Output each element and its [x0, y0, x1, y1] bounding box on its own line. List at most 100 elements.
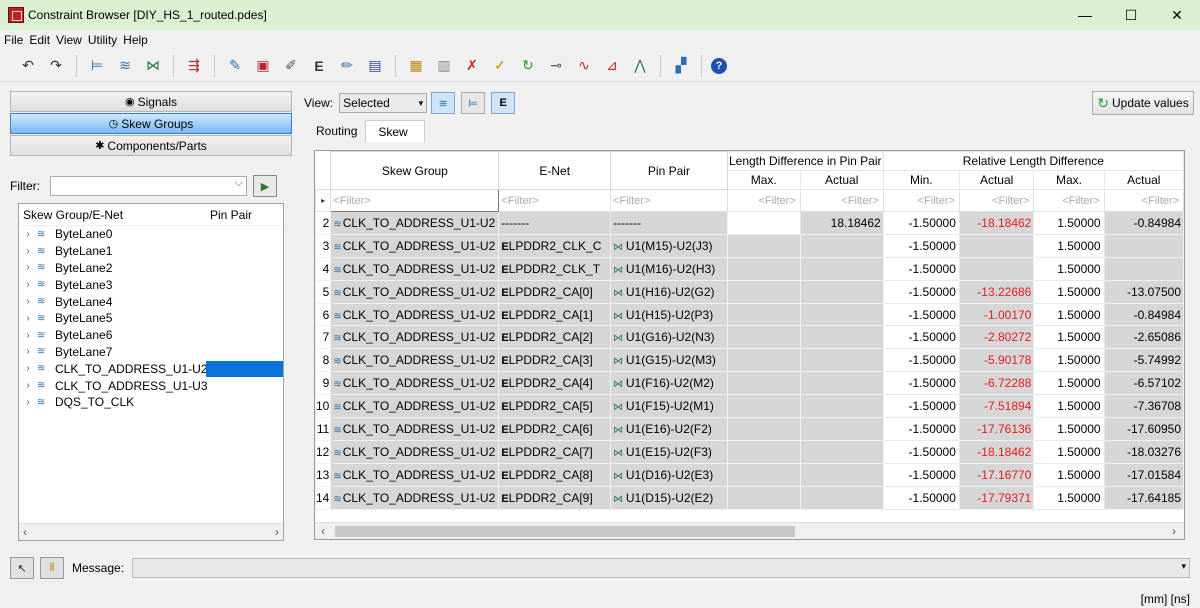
col-ld-max[interactable]: Max. [726, 170, 801, 190]
filter-rl-max[interactable]: <Filter> [1033, 189, 1105, 212]
cell-rl-max[interactable]: 1.50000 [1033, 394, 1105, 419]
view-enet-button[interactable]: E [491, 92, 516, 114]
cell-skew-group[interactable]: ≋CLK_TO_ADDRESS_U1-U2 [330, 233, 500, 258]
message-field[interactable] [132, 558, 1190, 578]
menu-file[interactable]: File [4, 33, 23, 47]
tree-item[interactable]: › ≋ DQS_TO_CLK [19, 394, 283, 411]
expand-icon[interactable]: › [19, 262, 37, 273]
cell-enet[interactable]: ELPDDR2_CA[2] [498, 325, 612, 350]
cell-rl-min[interactable]: -1.50000 [882, 417, 960, 441]
filter-enet[interactable]: <Filter> [498, 189, 612, 212]
expand-icon[interactable]: › [19, 397, 37, 408]
cell-rl-max[interactable]: 1.50000 [1033, 233, 1105, 258]
cell-pin-pair[interactable]: ⋈ U1(H16)-U2(G2) [610, 279, 728, 304]
tree-col-pin-pair[interactable]: Pin Pair [206, 208, 252, 222]
minimize-button[interactable]: — [1062, 0, 1108, 30]
col-pin-pair[interactable]: Pin Pair [610, 151, 728, 190]
cell-pin-pair[interactable]: ⋈ U1(H15)-U2(P3) [610, 302, 728, 327]
cell-rl-min[interactable]: -1.50000 [882, 348, 960, 373]
copy-icon[interactable]: ▥ [433, 55, 455, 77]
cell-rl-max[interactable]: 1.50000 [1033, 371, 1105, 396]
cell-rl-min[interactable]: -1.50000 [882, 279, 960, 304]
cell-pin-pair[interactable]: ⋈ U1(D15)-U2(E2) [610, 485, 728, 510]
rule-icon[interactable]: ▣ [252, 55, 274, 77]
cell-pin-pair[interactable]: ⋈ U1(F16)-U2(M2) [610, 371, 728, 396]
cell-enet[interactable]: ELPDDR2_CA[1] [498, 302, 612, 327]
cell-ld-max[interactable] [726, 233, 801, 258]
net-edit-icon[interactable]: ✏ [336, 55, 358, 77]
cell-skew-group[interactable]: ≋CLK_TO_ADDRESS_U1-U2 [330, 348, 500, 373]
cell-ld-max[interactable] [726, 302, 801, 327]
cell-rl-max[interactable]: 1.50000 [1033, 462, 1105, 487]
filter-rl-min[interactable]: <Filter> [882, 189, 960, 212]
table-row[interactable]: 8 ≋CLK_TO_ADDRESS_U1-U2 ELPDDR2_CA[3] ⋈ … [315, 348, 1184, 373]
tree-item[interactable]: › ≋ ByteLane5 [19, 310, 283, 327]
pin-pair-icon[interactable]: ⋈ [142, 55, 164, 77]
cell-rl-max[interactable]: 1.50000 [1033, 211, 1105, 235]
cell-rl-max[interactable]: 1.50000 [1033, 348, 1105, 373]
cell-pin-pair[interactable]: ⋈ U1(M15)-U2(J3) [610, 233, 728, 258]
cell-pin-pair[interactable]: ⋈ U1(F15)-U2(M1) [610, 394, 728, 419]
table-row[interactable]: 3 ≋CLK_TO_ADDRESS_U1-U2 ELPDDR2_CLK_C ⋈ … [315, 233, 1184, 258]
report-icon[interactable]: ▦ [405, 55, 427, 77]
table-row[interactable]: 2 ≋CLK_TO_ADDRESS_U1-U2 ------- ------- … [315, 211, 1184, 235]
table-row[interactable]: 12 ≋CLK_TO_ADDRESS_U1-U2 ELPDDR2_CA[7] ⋈… [315, 439, 1184, 464]
cell-skew-group[interactable]: ≋CLK_TO_ADDRESS_U1-U2 [330, 256, 500, 281]
col-skew-group[interactable]: Skew Group [330, 151, 500, 190]
cell-enet[interactable]: ------- [498, 211, 612, 235]
e-net-icon[interactable]: E [308, 55, 330, 77]
cell-rl-min[interactable]: -1.50000 [882, 211, 960, 235]
cell-enet[interactable]: ELPDDR2_CLK_C [498, 233, 612, 258]
cell-skew-group[interactable]: ≋CLK_TO_ADDRESS_U1-U2 [330, 394, 500, 419]
help-icon[interactable]: ? [711, 57, 727, 74]
col-rl-min[interactable]: Min. [882, 170, 960, 190]
table-row[interactable]: 10 ≋CLK_TO_ADDRESS_U1-U2 ELPDDR2_CA[5] ⋈… [315, 394, 1184, 419]
col-rl-max[interactable]: Max. [1033, 170, 1105, 190]
expand-icon[interactable]: › [19, 380, 37, 391]
cell-ld-max[interactable] [726, 256, 801, 281]
cell-ld-max[interactable] [726, 417, 801, 441]
cell-rl-max[interactable]: 1.50000 [1033, 325, 1105, 350]
nav-skew-groups[interactable]: ◷ Skew Groups [10, 113, 292, 134]
col-ld-actual[interactable]: Actual [799, 170, 884, 190]
menu-utility[interactable]: Utility [88, 33, 117, 47]
cell-enet[interactable]: ELPDDR2_CA[5] [498, 394, 612, 419]
menu-help[interactable]: Help [123, 33, 148, 47]
cell-ld-max[interactable] [726, 371, 801, 396]
cell-ld-max[interactable] [726, 211, 801, 235]
menu-edit[interactable]: Edit [29, 33, 50, 47]
rule-edit-icon[interactable]: ✐ [280, 55, 302, 77]
maximize-button[interactable]: ☐ [1108, 0, 1154, 30]
filter-input[interactable] [50, 176, 247, 196]
tree-scrollbar[interactable]: ‹ › [19, 523, 283, 540]
cell-ld-max[interactable] [726, 394, 801, 419]
filter-pin-pair[interactable]: <Filter> [610, 189, 728, 212]
layout-icon[interactable]: ▞ [670, 55, 692, 77]
filter-ld-max[interactable]: <Filter> [726, 189, 801, 212]
save-icon[interactable]: ▤ [364, 55, 386, 77]
refresh-icon[interactable]: ↻ [517, 55, 539, 77]
filter-bits-icon[interactable]: ⦀ [40, 557, 64, 579]
cell-rl-min[interactable]: -1.50000 [882, 462, 960, 487]
cell-skew-group[interactable]: ≋CLK_TO_ADDRESS_U1-U2 [330, 279, 500, 304]
cell-pin-pair[interactable]: ⋈ U1(E16)-U2(F2) [610, 417, 728, 441]
cell-enet[interactable]: ELPDDR2_CA[0] [498, 279, 612, 304]
tab-routing[interactable]: Routing [312, 120, 363, 142]
table-row[interactable]: 7 ≋CLK_TO_ADDRESS_U1-U2 ELPDDR2_CA[2] ⋈ … [315, 325, 1184, 350]
nav-signals[interactable]: ◉ Signals [10, 91, 292, 112]
expand-icon[interactable]: › [19, 346, 37, 357]
tree-item[interactable]: › ≋ CLK_TO_ADDRESS_U1-U3 [19, 377, 283, 394]
cell-enet[interactable]: ELPDDR2_CA[3] [498, 348, 612, 373]
nav-components[interactable]: ✱ Components/Parts [10, 135, 292, 156]
table-row[interactable]: 6 ≋CLK_TO_ADDRESS_U1-U2 ELPDDR2_CA[1] ⋈ … [315, 302, 1184, 327]
table-row[interactable]: 14 ≋CLK_TO_ADDRESS_U1-U2 ELPDDR2_CA[9] ⋈… [315, 485, 1184, 510]
cell-ld-max[interactable] [726, 439, 801, 464]
undo-icon[interactable]: ↶ [17, 55, 39, 77]
filter-rl-actual[interactable]: <Filter> [958, 189, 1035, 212]
scroll-right-icon[interactable]: › [1172, 524, 1176, 538]
redo-icon[interactable]: ↷ [45, 55, 67, 77]
cell-rl-max[interactable]: 1.50000 [1033, 302, 1105, 327]
tree-item[interactable]: › ≋ ByteLane4 [19, 293, 283, 310]
cell-skew-group[interactable]: ≋CLK_TO_ADDRESS_U1-U2 [330, 462, 500, 487]
tree-item[interactable]: › ≋ ByteLane0 [19, 226, 283, 243]
